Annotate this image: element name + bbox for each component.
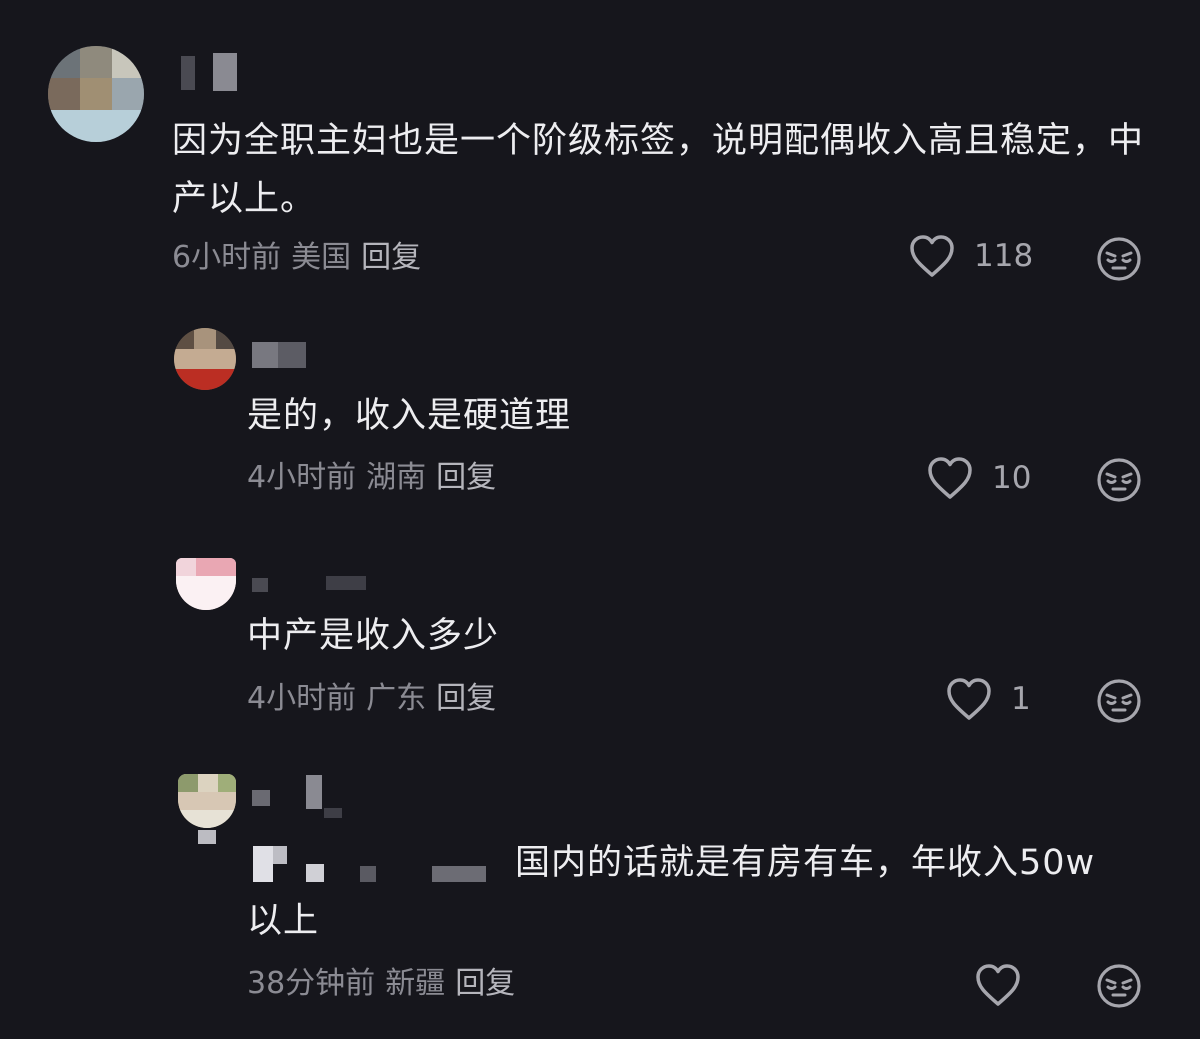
- heart-icon: [928, 457, 972, 499]
- sleepy-face-icon[interactable]: [1096, 963, 1142, 1009]
- avatar-pixel: [196, 558, 236, 576]
- comment-location: 美国: [291, 240, 352, 275]
- heart-icon: [976, 964, 1020, 1006]
- comment-text: 国内的话就是有房有车，年收入50w以上: [247, 843, 1096, 941]
- heart-icon: [947, 678, 991, 720]
- like-count: 1: [1011, 681, 1031, 717]
- avatar-pixel: [218, 774, 236, 792]
- comment-time: 4小时前: [247, 460, 357, 495]
- reply-button[interactable]: 回复: [436, 460, 496, 495]
- avatar-pixel: [198, 774, 218, 792]
- avatar-pixel: [178, 792, 236, 810]
- sleepy-face-icon[interactable]: [1096, 457, 1142, 503]
- like-button[interactable]: [974, 962, 1022, 1008]
- comment-meta: 4小时前 湖南 回复: [247, 458, 506, 498]
- comment-time: 4小时前: [247, 681, 357, 716]
- comment-text: 是的，收入是硬道理: [247, 396, 572, 436]
- username-pixel: [252, 790, 270, 806]
- avatar-pixel: [112, 46, 144, 78]
- avatar[interactable]: [174, 328, 236, 390]
- avatar[interactable]: [48, 46, 144, 142]
- like-button[interactable]: 118: [908, 233, 1033, 279]
- username-pixel: [252, 578, 268, 592]
- avatar-pixel: [48, 46, 80, 78]
- comment-meta: 4小时前 广东 回复: [247, 679, 506, 719]
- avatar-pixel: [194, 328, 216, 349]
- avatar-pixel: [178, 810, 236, 828]
- like-button[interactable]: 1: [945, 676, 1031, 722]
- avatar-pixel: [216, 328, 236, 349]
- avatar-pixel: [178, 774, 198, 792]
- avatar-pixel: [80, 78, 112, 110]
- like-count: 10: [992, 460, 1032, 496]
- username-pixel: [278, 342, 306, 368]
- avatar-pixel: [174, 328, 194, 349]
- comment-text: 中产是收入多少: [247, 616, 500, 656]
- avatar-pixel: [174, 369, 236, 390]
- comment-meta: 6小时前 美国 回复: [172, 238, 431, 278]
- avatar[interactable]: [176, 558, 236, 610]
- username-pixel: [213, 53, 237, 91]
- username-pixel: [324, 808, 342, 818]
- avatar-pixel: [176, 576, 236, 610]
- comment-time: 6小时前: [172, 240, 282, 275]
- username-pixel: [306, 775, 322, 809]
- avatar-pixel: [176, 558, 196, 576]
- like-count: 118: [974, 238, 1034, 274]
- sleepy-face-icon[interactable]: [1096, 236, 1142, 282]
- avatar-pixel: [48, 110, 144, 142]
- like-button[interactable]: 10: [926, 455, 1031, 501]
- comment-time: 38分钟前: [247, 966, 376, 1001]
- comment-meta: 38分钟前 新疆 回复: [247, 964, 525, 1004]
- username-pixel: [181, 56, 195, 90]
- comment-text: 因为全职主妇也是一个阶级标签，说明配偶收入高且稳定，中产以上。: [172, 121, 1145, 219]
- comment-location: 湖南: [366, 460, 427, 495]
- comment-location: 新疆: [385, 966, 446, 1001]
- avatar-badge: [198, 830, 216, 844]
- avatar-pixel: [174, 349, 236, 369]
- avatar-pixel: [80, 46, 112, 78]
- comment-location: 广东: [366, 681, 427, 716]
- username-pixel: [252, 342, 278, 368]
- reply-button[interactable]: 回复: [455, 966, 515, 1001]
- sleepy-face-icon[interactable]: [1096, 678, 1142, 724]
- heart-icon: [910, 235, 954, 277]
- avatar[interactable]: [178, 774, 236, 828]
- avatar-pixel: [48, 78, 80, 110]
- username-pixel: [326, 576, 366, 590]
- avatar-pixel: [112, 78, 144, 110]
- reply-button[interactable]: 回复: [436, 681, 496, 716]
- reply-button[interactable]: 回复: [361, 240, 421, 275]
